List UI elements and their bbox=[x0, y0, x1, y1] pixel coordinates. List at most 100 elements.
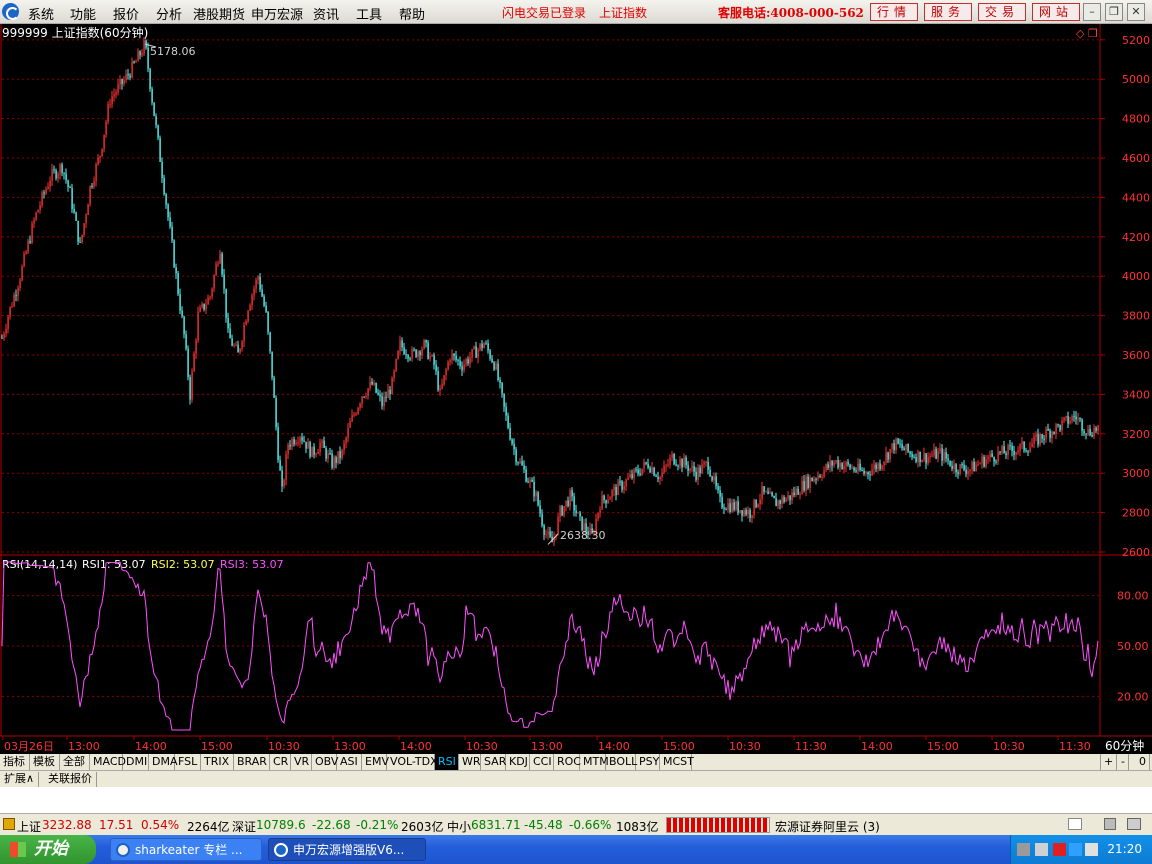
minimize-icon[interactable]: – bbox=[1083, 3, 1101, 21]
candle-body bbox=[845, 461, 847, 467]
website-button[interactable]: 网站 bbox=[1032, 3, 1080, 21]
indicator-tab-emv[interactable]: EMV bbox=[362, 754, 389, 770]
candle-body bbox=[1035, 434, 1037, 437]
indicator-tab-模板[interactable]: 模板 bbox=[30, 754, 60, 770]
chart-area[interactable]: 999999 上证指数(60分钟) ◇ ❐ 5200 5000 4800 4600 44… bbox=[0, 24, 1152, 754]
tray-monitor-icon[interactable] bbox=[1017, 843, 1030, 856]
indicator-tab-cr[interactable]: CR bbox=[270, 754, 291, 770]
market-button[interactable]: 行情 bbox=[870, 3, 918, 21]
indicator-tab-mtm[interactable]: MTM bbox=[580, 754, 609, 770]
indicator-tab-boll[interactable]: BOLL bbox=[606, 754, 637, 770]
taskbar-item-swhy[interactable]: 申万宏源增强版V6... bbox=[268, 838, 426, 861]
candle-body bbox=[999, 451, 1001, 453]
trade-button[interactable]: 交易 bbox=[978, 3, 1026, 21]
candle-body bbox=[637, 469, 639, 474]
indicator-tab-obv[interactable]: OBV bbox=[312, 754, 338, 770]
menu-system[interactable]: 系统 bbox=[28, 4, 54, 23]
candle-body bbox=[337, 451, 339, 463]
candle-body bbox=[717, 486, 719, 491]
candle-body bbox=[577, 512, 579, 514]
restore-icon[interactable]: ❐ bbox=[1105, 3, 1123, 21]
indicator-tab-sar[interactable]: SAR bbox=[481, 754, 506, 770]
indicator-tab-vol-tdx[interactable]: VOL-TDX bbox=[387, 754, 438, 770]
candle-body bbox=[1039, 434, 1041, 445]
indicator-tab-wr[interactable]: WR bbox=[459, 754, 481, 770]
candle-body bbox=[873, 464, 875, 470]
menu-function[interactable]: 功能 bbox=[70, 4, 96, 23]
indicator-tab-cci[interactable]: CCI bbox=[530, 754, 554, 770]
candle-body bbox=[275, 397, 277, 428]
candle-body bbox=[1049, 430, 1051, 439]
tab-reset-button[interactable]: 0 bbox=[1136, 754, 1150, 770]
menu-tools[interactable]: 工具 bbox=[356, 4, 382, 23]
period-label[interactable]: 60分钟 bbox=[1105, 738, 1144, 753]
tab-add-button[interactable]: + bbox=[1100, 754, 1118, 770]
candle-body bbox=[395, 359, 397, 371]
indicator-tab-mcst[interactable]: MCST bbox=[660, 754, 694, 770]
indicator-tab-dma[interactable]: DMA bbox=[149, 754, 178, 770]
maximize-panel-icon[interactable]: ❐ bbox=[1088, 27, 1098, 40]
indicator-tab-全部[interactable]: 全部 bbox=[60, 754, 90, 770]
candle-body bbox=[71, 188, 73, 209]
candle-body bbox=[345, 437, 347, 444]
indicator-tab-vr[interactable]: VR bbox=[291, 754, 312, 770]
candle-body bbox=[809, 477, 811, 488]
tray-antivirus-icon[interactable] bbox=[1053, 843, 1066, 856]
tray-network-icon[interactable] bbox=[1035, 843, 1048, 856]
candle-body bbox=[33, 219, 35, 224]
tray-volume-icon[interactable] bbox=[1085, 843, 1098, 856]
menu-quote[interactable]: 报价 bbox=[113, 4, 139, 23]
candle-body bbox=[99, 156, 101, 158]
menu-analysis[interactable]: 分析 bbox=[156, 4, 182, 23]
indicator-tab-fsl[interactable]: FSL bbox=[175, 754, 201, 770]
menu-swhy[interactable]: 申万宏源 bbox=[251, 4, 303, 23]
service-hotline: 客服电话:4008-000-562 bbox=[718, 6, 864, 20]
indicator-tab-macd[interactable]: MACD bbox=[90, 754, 126, 770]
indicator-tab-brar[interactable]: BRAR bbox=[234, 754, 270, 770]
candle-body bbox=[1021, 441, 1023, 445]
candle-body bbox=[567, 500, 569, 507]
candle-body bbox=[213, 275, 215, 289]
indicator-tab-kdj[interactable]: KDJ bbox=[506, 754, 530, 770]
expand-tab[interactable]: 扩展∧ bbox=[0, 772, 40, 787]
candle-body bbox=[985, 459, 987, 467]
related-quotes-tab[interactable]: 关联报价 bbox=[44, 772, 97, 787]
diamond-icon[interactable]: ◇ bbox=[1076, 27, 1085, 40]
candle-body bbox=[991, 453, 993, 457]
candle-body bbox=[255, 279, 257, 289]
indicator-tab-指标[interactable]: 指标 bbox=[0, 754, 30, 770]
close-icon[interactable]: ✕ bbox=[1127, 3, 1145, 21]
price-chart-svg[interactable]: 999999 上证指数(60分钟) ◇ ❐ 5200 5000 4800 4600 44… bbox=[0, 24, 1152, 754]
candle-body bbox=[1023, 441, 1025, 451]
candle-body bbox=[75, 212, 77, 221]
indicator-tab-roc[interactable]: ROC bbox=[554, 754, 581, 770]
service-button[interactable]: 服务 bbox=[924, 3, 972, 21]
candle-body bbox=[653, 467, 655, 476]
taskbar-clock: 21:20 bbox=[1107, 842, 1142, 856]
price-tick-label: 3800 bbox=[1122, 310, 1150, 323]
menu-news[interactable]: 资讯 bbox=[313, 4, 339, 23]
taskbar-item-browser[interactable]: sharkeater 专栏 ... bbox=[110, 838, 262, 861]
indicator-tab-trix[interactable]: TRIX bbox=[201, 754, 234, 770]
indicator-tab-psy[interactable]: PSY bbox=[636, 754, 660, 770]
tray-app-icon[interactable] bbox=[1069, 843, 1082, 856]
candle-body bbox=[167, 204, 169, 218]
indicator-tab-dmi[interactable]: DMI bbox=[123, 754, 149, 770]
zx-name: 中小 bbox=[447, 820, 472, 834]
candle-body bbox=[1071, 415, 1073, 421]
candle-body bbox=[59, 164, 61, 174]
indicator-tab-rsi[interactable]: RSI bbox=[435, 754, 459, 770]
lock-icon[interactable] bbox=[1104, 818, 1116, 830]
indicator-tab-asi[interactable]: ASI bbox=[337, 754, 362, 770]
settings-icon[interactable] bbox=[1127, 818, 1141, 830]
menu-help[interactable]: 帮助 bbox=[399, 4, 425, 23]
candle-body bbox=[573, 496, 575, 511]
candle-body bbox=[701, 464, 703, 474]
tab-remove-button[interactable]: - bbox=[1118, 754, 1129, 770]
message-icon[interactable] bbox=[1068, 818, 1082, 830]
start-button[interactable]: 开始 bbox=[0, 835, 96, 864]
candle-body bbox=[619, 481, 621, 483]
price-tick-label: 4800 bbox=[1122, 113, 1150, 126]
menu-hk-futures[interactable]: 港股期货 bbox=[193, 4, 245, 23]
candle-body bbox=[1005, 453, 1007, 456]
